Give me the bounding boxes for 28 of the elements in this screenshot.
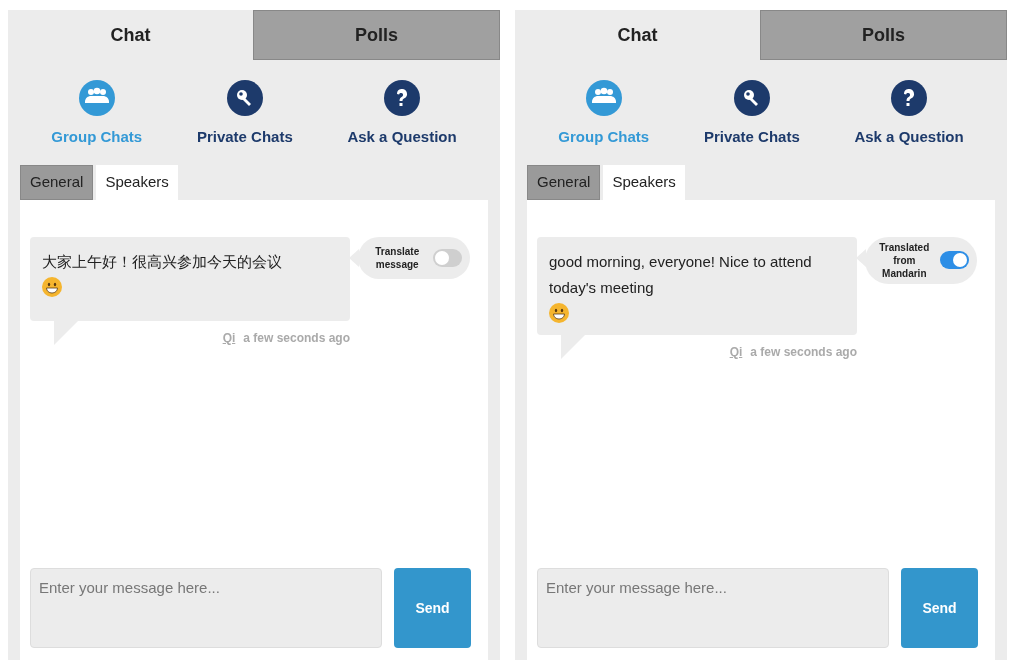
key-icon (226, 80, 263, 116)
message-input[interactable]: Enter your message here... (537, 568, 889, 648)
question-icon (891, 80, 928, 116)
translate-label: Translated from Mandarin (878, 240, 931, 280)
subtab[interactable]: General (20, 164, 94, 200)
translate-label: Translate message (374, 244, 421, 271)
send-button[interactable]: Send (394, 568, 471, 648)
subtab[interactable]: General (527, 164, 601, 200)
tab[interactable]: Polls (253, 10, 500, 60)
message-text: good morning, everyone! Nice to attend today's meeting (549, 251, 813, 298)
message-input[interactable]: Enter your message here... (30, 568, 382, 648)
subtab[interactable]: Speakers (96, 164, 178, 200)
nav-item[interactable]: Ask a Question (854, 80, 964, 149)
nav-item[interactable]: Private Chats (196, 80, 293, 149)
translate-switch[interactable] (432, 248, 462, 267)
nav-item[interactable]: Private Chats (703, 80, 800, 149)
message-time: a few seconds ago (243, 329, 350, 347)
group-icon (585, 80, 622, 116)
subtab[interactable]: Speakers (603, 164, 685, 200)
nav-item[interactable]: Ask a Question (347, 80, 457, 149)
send-button[interactable]: Send (901, 568, 978, 648)
message-time: a few seconds ago (750, 343, 857, 361)
key-icon (733, 80, 770, 116)
group-icon (78, 80, 115, 116)
message-text: 大家上午好！很高兴参加今天的会议 (42, 251, 283, 272)
tab[interactable]: Polls (760, 10, 1007, 60)
translate-switch[interactable] (939, 251, 969, 269)
question-icon (384, 80, 421, 116)
